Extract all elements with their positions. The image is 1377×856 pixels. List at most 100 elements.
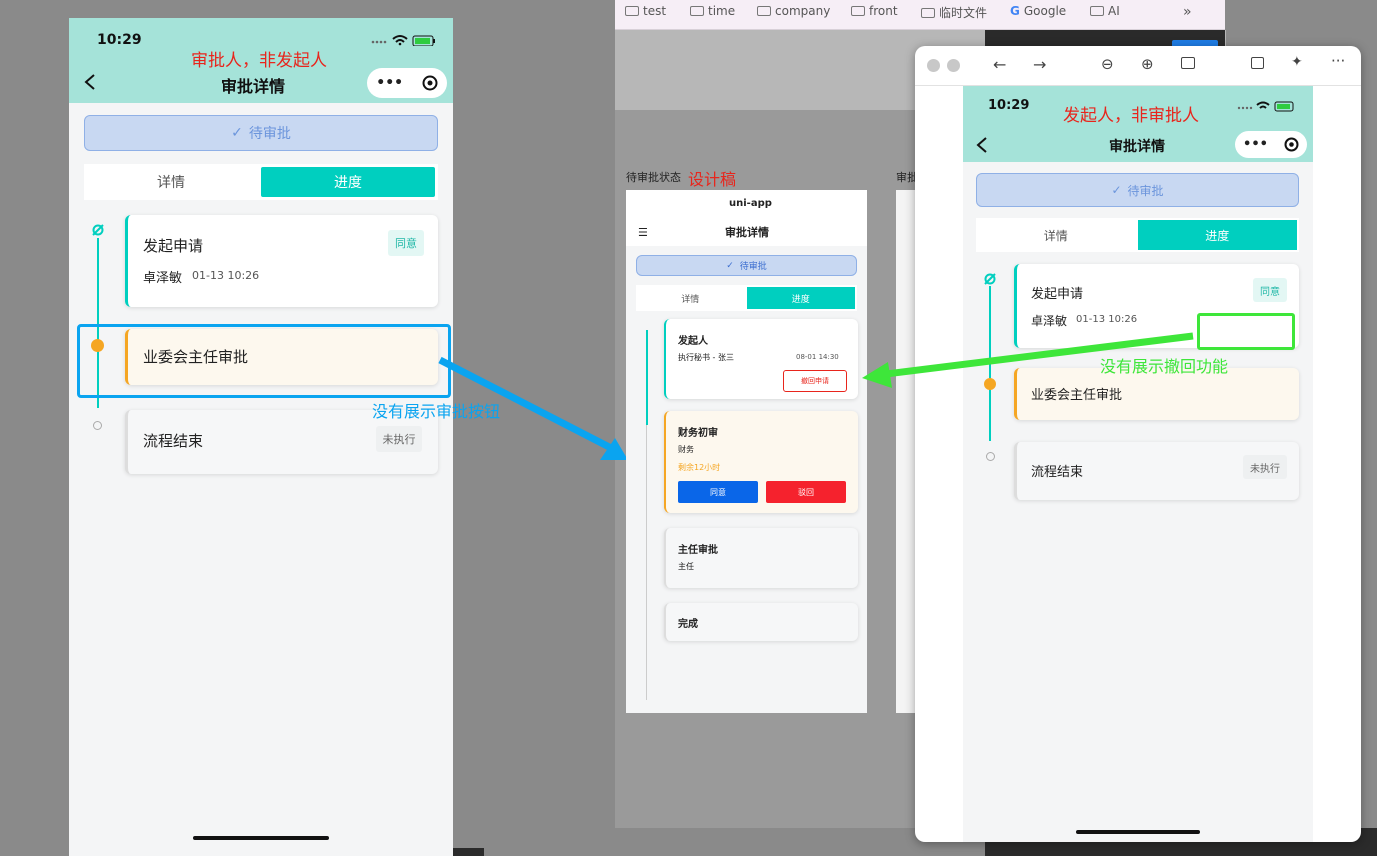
home-indicator (1076, 830, 1200, 834)
tab-progress[interactable]: 进度 (261, 167, 435, 197)
mock-title: 审批详情 (725, 226, 769, 239)
close-window-icon[interactable] (927, 59, 940, 72)
zoom-in-icon[interactable]: ⊕ (1141, 55, 1154, 73)
zoom-out-icon[interactable]: ⊖ (1101, 55, 1114, 73)
bookmark-label: time (708, 4, 736, 18)
bookmark-label: test (643, 4, 667, 18)
mock-phone: uni-app ☰ 审批详情 ✓ 待审批 详情 进度 发起人 执行秘书 - 张三 … (626, 190, 867, 713)
step-title: 发起申请 (143, 237, 204, 255)
rotate-icon[interactable] (1251, 57, 1264, 69)
step-title: 发起人 (678, 336, 708, 347)
status-label: 待审批 (739, 262, 767, 272)
mock-app-name: uni-app (729, 198, 772, 209)
back-icon[interactable] (975, 136, 989, 154)
bookmark-test[interactable]: test (625, 4, 666, 18)
step-done-icon (984, 273, 996, 285)
step-line: 主任 (678, 562, 694, 571)
tab-details[interactable]: 详情 (636, 285, 745, 311)
bookmark-company[interactable]: company (757, 4, 830, 18)
bookmarks-bar: test time company front 临时文件 G Google AI … (615, 0, 1225, 30)
top-margin (0, 0, 615, 18)
more-options-icon[interactable]: ··· (1331, 52, 1345, 70)
bookmark-time[interactable]: time (690, 4, 735, 18)
check-icon: ✓ (726, 260, 734, 271)
tab-bar: 详情 进度 (976, 218, 1299, 252)
tab-details[interactable]: 详情 (84, 164, 258, 200)
role-annotation: 审批人，非发起人 (191, 51, 327, 71)
bookmark-ai[interactable]: AI (1090, 4, 1120, 18)
reject-button[interactable]: 驳回 (766, 481, 846, 503)
folder-icon (851, 6, 865, 16)
approve-button[interactable]: 同意 (678, 481, 758, 503)
tab-details[interactable]: 详情 (976, 218, 1136, 252)
home-indicator (193, 836, 329, 840)
highlight-box-green (1197, 313, 1295, 350)
minimize-window-icon[interactable] (947, 59, 960, 72)
window-toolbar: ← → ⊖ ⊕ ✦ ··· (915, 46, 1361, 86)
step-title: 流程结束 (143, 432, 204, 450)
folder-icon (690, 6, 704, 16)
bookmark-label: AI (1108, 4, 1120, 18)
mock-card-finish: 完成 (664, 603, 858, 641)
bookmark-front[interactable]: front (851, 4, 898, 18)
more-icon[interactable]: ••• (1243, 137, 1268, 152)
tab-bar: 详情 进度 (84, 164, 438, 200)
status-time: 10:29 (988, 98, 1030, 113)
right-phone: 10:29 发起人，非审批人 审批详情 ••• ✓ 待审批 详情 进度 发起申请 … (963, 86, 1313, 842)
mini-program-capsule: ••• (367, 68, 447, 98)
bookmarks-more[interactable]: » (1183, 4, 1192, 20)
step-title: 完成 (678, 619, 698, 630)
step-time: 08-01 14:30 (796, 353, 839, 361)
tab-progress[interactable]: 进度 (1137, 220, 1297, 250)
step-person: 卓泽敏 (143, 271, 183, 286)
bookmark-label: 临时文件 (939, 6, 988, 20)
step-remain: 剩余12小时 (678, 463, 721, 472)
step-pending-icon (986, 452, 995, 461)
more-icon[interactable]: ••• (376, 75, 403, 91)
role-annotation: 发起人，非审批人 (1063, 106, 1199, 126)
status-label: 待审批 (248, 126, 291, 142)
back-icon[interactable] (83, 73, 97, 91)
check-icon: ✓ (231, 125, 243, 141)
status-label: 待审批 (1127, 183, 1164, 198)
actual-size-icon[interactable] (1181, 57, 1195, 69)
step-pending-icon (93, 421, 102, 430)
close-target-icon[interactable] (422, 75, 438, 91)
mock-design-label: 设计稿 (688, 170, 737, 189)
folder-icon (625, 6, 639, 16)
left-margin (0, 0, 69, 856)
status-banner: ✓ 待审批 (84, 115, 438, 151)
green-arrow (862, 332, 1194, 388)
menu-icon[interactable]: ☰ (638, 226, 648, 239)
google-icon: G (1010, 4, 1020, 18)
mock-side-panel (896, 190, 916, 713)
mock-tab-bar: 详情 进度 (636, 285, 857, 311)
bookmark-google[interactable]: G Google (1010, 4, 1066, 18)
bookmark-label: front (869, 4, 898, 18)
forward-arrow-icon[interactable]: → (1033, 55, 1046, 74)
left-phone: 10:29 审批人，非发起人 审批详情 ••• ✓ 待审批 详情 进度 发起申请 … (69, 18, 453, 856)
withdraw-button[interactable]: 撤回申请 (783, 370, 847, 392)
folder-icon (757, 6, 771, 16)
back-arrow-icon[interactable]: ← (993, 55, 1006, 74)
step-line: 财务 (678, 445, 694, 454)
tab-progress[interactable]: 进度 (746, 287, 855, 309)
folder-icon (1090, 6, 1104, 16)
status-icons (1237, 100, 1303, 112)
mock-state-label: 待审批状态 (626, 171, 681, 184)
status-time: 10:29 (97, 32, 142, 48)
step-done-icon (92, 224, 104, 236)
folder-icon (921, 7, 935, 18)
close-target-icon[interactable] (1284, 137, 1299, 152)
step-badge: 未执行 (1243, 455, 1287, 479)
step-line: 执行秘书 - 张三 (678, 353, 734, 362)
mini-program-capsule: ••• (1235, 131, 1307, 158)
status-icons (371, 34, 437, 46)
page-title: 审批详情 (1109, 139, 1165, 155)
bookmark-temp[interactable]: 临时文件 (921, 4, 987, 21)
step-card-submit: 发起申请 卓泽敏 01-13 10:26 同意 (125, 215, 438, 307)
magic-wand-icon[interactable]: ✦ (1291, 54, 1303, 70)
step-time: 01-13 10:26 (192, 269, 260, 282)
step-person: 卓泽敏 (1031, 314, 1068, 328)
step-title: 主任审批 (678, 545, 718, 556)
